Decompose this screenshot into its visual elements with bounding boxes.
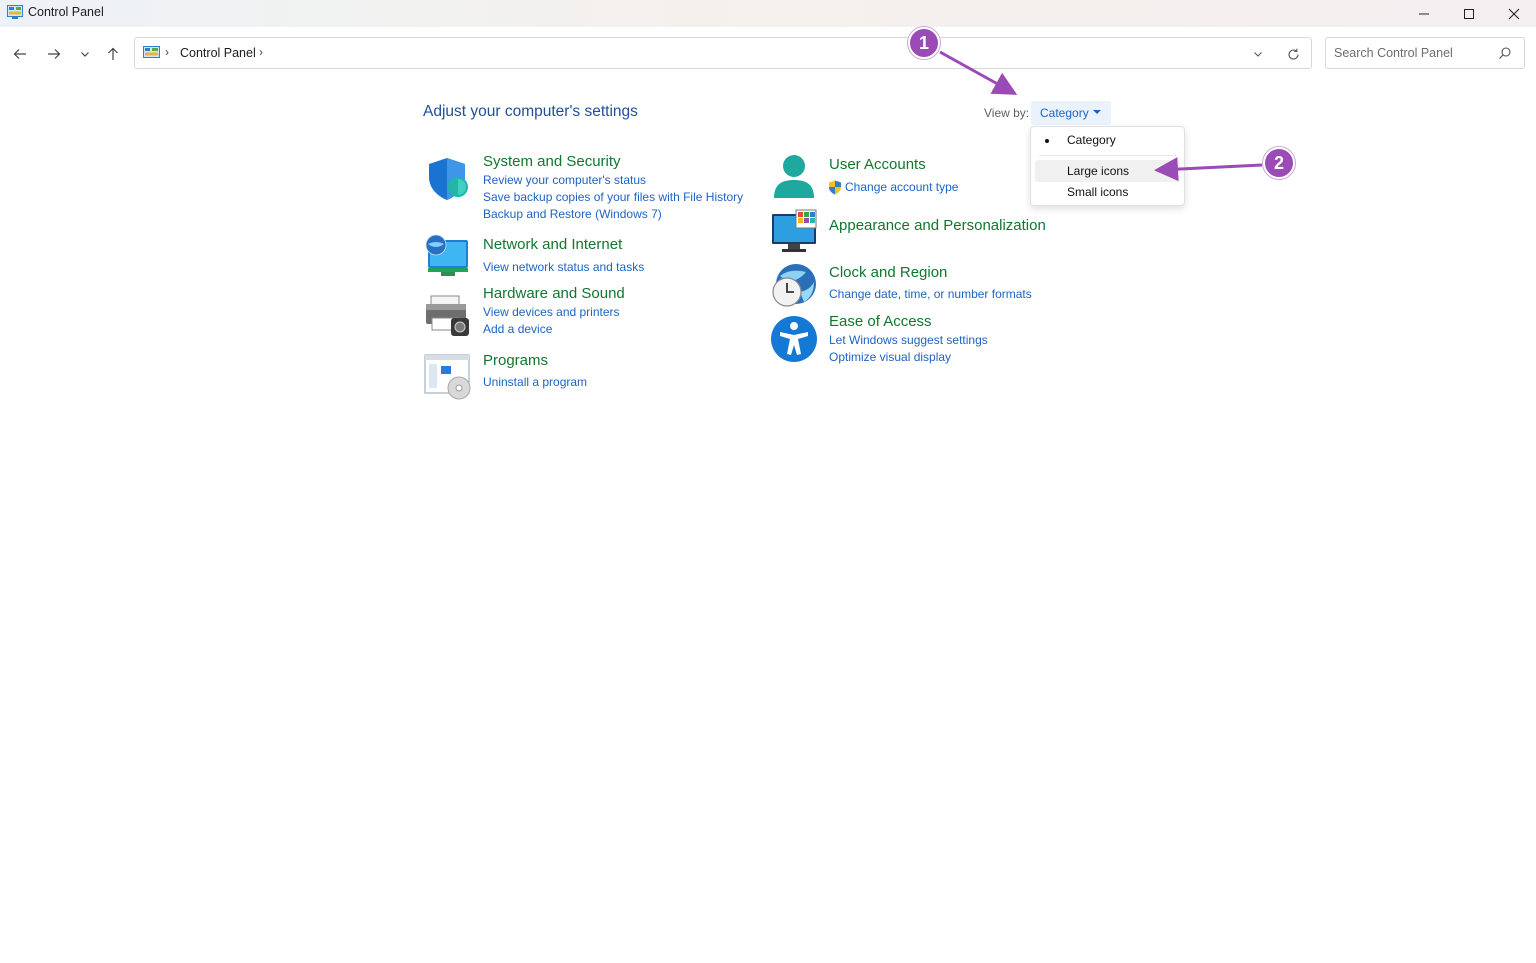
menu-item-large-icons[interactable]: Large icons <box>1035 160 1180 182</box>
link-backup-restore[interactable]: Backup and Restore (Windows 7) <box>483 207 662 221</box>
step-2-badge: 2 <box>1263 147 1295 179</box>
search-placeholder: Search Control Panel <box>1334 46 1453 60</box>
link-file-history[interactable]: Save backup copies of your files with Fi… <box>483 190 743 204</box>
printer-icon[interactable] <box>423 292 471 340</box>
link-review-status[interactable]: Review your computer's status <box>483 173 646 187</box>
up-button[interactable] <box>101 43 125 65</box>
link-network-status[interactable]: View network status and tasks <box>483 260 644 274</box>
address-bar[interactable]: › Control Panel › <box>134 37 1312 69</box>
search-input[interactable]: Search Control Panel <box>1325 37 1525 69</box>
close-button[interactable] <box>1491 0 1536 27</box>
shield-icon[interactable] <box>423 155 471 203</box>
navigation-bar: › Control Panel › Search Control Panel <box>0 27 1536 81</box>
control-panel-icon <box>143 46 160 58</box>
user-icon[interactable] <box>770 154 818 202</box>
breadcrumb-separator-icon[interactable]: › <box>165 45 169 59</box>
forward-button[interactable] <box>42 43 66 65</box>
category-clock-and-region[interactable]: Clock and Region <box>829 264 947 281</box>
breadcrumb-separator-icon[interactable]: › <box>259 45 263 59</box>
maximize-icon <box>1464 8 1474 19</box>
link-change-date-time[interactable]: Change date, time, or number formats <box>829 287 1032 301</box>
view-by-menu: Category Large icons Small icons <box>1030 126 1185 206</box>
arrow-right-icon <box>48 49 61 59</box>
programs-disc-icon[interactable] <box>423 352 471 400</box>
monitor-palette-icon[interactable] <box>770 208 818 256</box>
close-icon <box>1508 8 1520 19</box>
recent-locations-button[interactable] <box>73 43 97 65</box>
clock-globe-icon[interactable] <box>770 262 818 310</box>
category-user-accounts[interactable]: User Accounts <box>829 156 926 173</box>
menu-item-label: Category <box>1067 133 1116 147</box>
minimize-icon <box>1419 13 1429 14</box>
back-button[interactable] <box>8 43 32 65</box>
breadcrumb-control-panel[interactable]: Control Panel <box>180 46 256 60</box>
menu-item-category[interactable]: Category <box>1031 129 1184 151</box>
refresh-icon <box>1287 48 1299 60</box>
link-uninstall-program[interactable]: Uninstall a program <box>483 375 587 389</box>
link-optimize-visual-display[interactable]: Optimize visual display <box>829 350 951 364</box>
control-panel-app-icon <box>7 5 23 19</box>
category-appearance-personalization[interactable]: Appearance and Personalization <box>829 217 1046 234</box>
link-change-account-type[interactable]: Change account type <box>845 180 958 194</box>
arrow-left-icon <box>13 49 26 59</box>
menu-item-label: Small icons <box>1067 185 1129 199</box>
link-add-device[interactable]: Add a device <box>483 322 552 336</box>
address-history-dropdown[interactable] <box>1248 45 1268 63</box>
search-icon[interactable] <box>1498 46 1512 60</box>
uac-shield-icon <box>829 180 841 195</box>
maximize-button[interactable] <box>1446 0 1492 27</box>
menu-item-small-icons[interactable]: Small icons <box>1031 181 1184 203</box>
step-1-badge: 1 <box>908 27 940 59</box>
view-by-selected: Category <box>1040 106 1089 120</box>
window-title: Control Panel <box>28 5 104 19</box>
title-bar: Control Panel <box>0 0 1536 27</box>
chevron-down-icon <box>81 52 89 57</box>
view-by-label: View by: <box>984 106 1030 120</box>
page-title: Adjust your computer's settings <box>423 103 638 120</box>
refresh-button[interactable] <box>1283 45 1303 63</box>
bullet-icon <box>1045 139 1049 143</box>
category-network-and-internet[interactable]: Network and Internet <box>483 236 622 253</box>
arrow-up-icon <box>108 47 118 60</box>
accessibility-icon[interactable] <box>770 315 818 363</box>
view-by-dropdown[interactable]: Category <box>1031 101 1111 125</box>
network-globe-icon[interactable] <box>423 232 471 280</box>
category-programs[interactable]: Programs <box>483 352 548 369</box>
annotation-arrows <box>939 50 1263 182</box>
link-windows-suggest-settings[interactable]: Let Windows suggest settings <box>829 333 988 347</box>
menu-item-label: Large icons <box>1067 164 1130 178</box>
caret-down-icon <box>1093 110 1101 114</box>
category-system-and-security[interactable]: System and Security <box>483 153 621 170</box>
category-ease-of-access[interactable]: Ease of Access <box>829 313 932 330</box>
chevron-down-icon <box>1254 52 1262 57</box>
menu-divider <box>1039 155 1176 156</box>
category-hardware-and-sound[interactable]: Hardware and Sound <box>483 285 625 302</box>
link-devices-printers[interactable]: View devices and printers <box>483 305 620 319</box>
minimize-button[interactable] <box>1401 0 1447 27</box>
